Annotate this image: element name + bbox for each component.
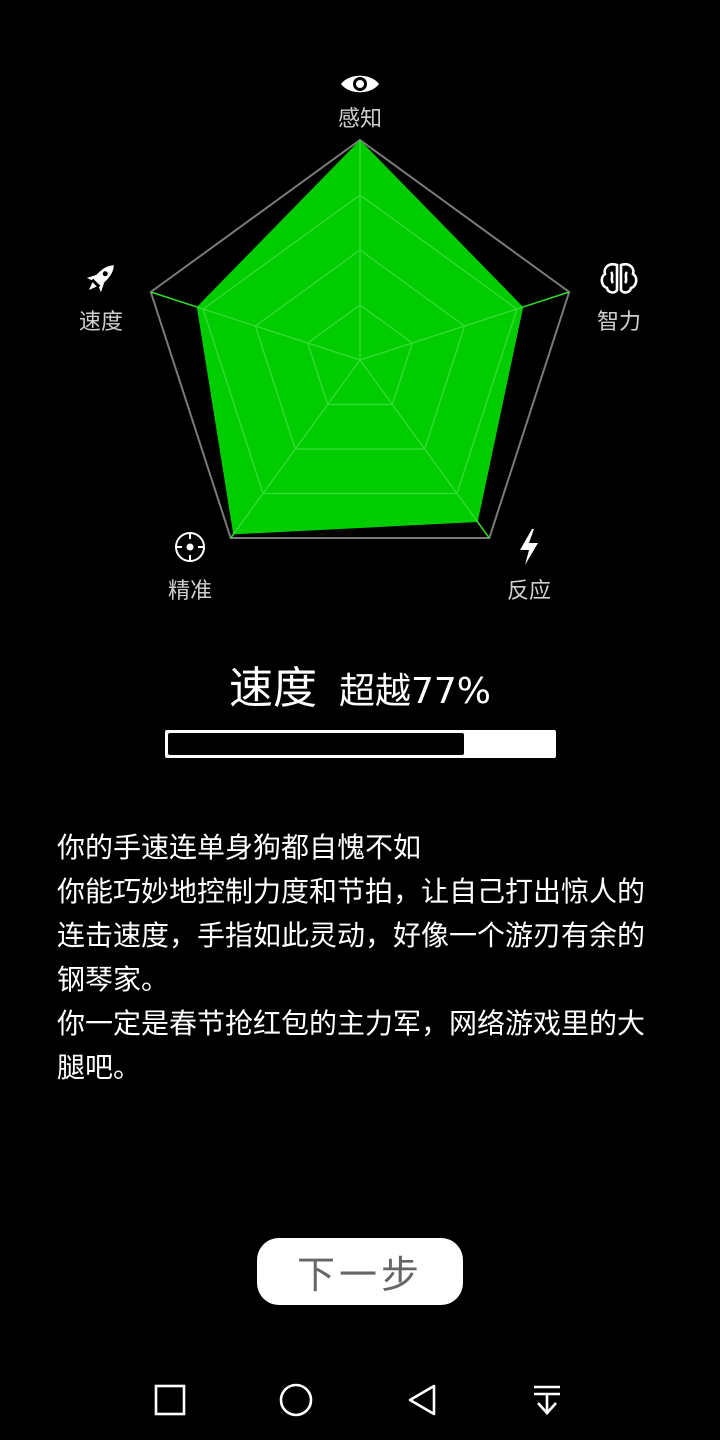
eye-icon — [341, 75, 379, 93]
back-button[interactable] — [400, 1378, 444, 1422]
description: 你的手速连单身狗都自愧不如 你能巧妙地控制力度和节拍，让自己打出惊人的连击速度，… — [57, 826, 667, 1090]
rocket-icon — [86, 265, 114, 293]
surpass-text: 超越 77% — [339, 662, 491, 714]
back-icon — [408, 1384, 436, 1416]
description-line: 你的手速连单身狗都自愧不如 — [57, 831, 422, 864]
axis-label-speed: 速度 — [79, 310, 123, 335]
progress-bar — [165, 730, 556, 758]
home-button[interactable] — [274, 1378, 318, 1422]
next-step-button[interactable]: 下一步 — [257, 1238, 463, 1305]
axis-label-reaction: 反应 — [507, 579, 551, 604]
surpass-label: 超越 — [338, 671, 411, 712]
recent-apps-icon — [154, 1384, 186, 1416]
progress-fill — [168, 733, 464, 755]
score-line: 速度 超越 77% — [0, 652, 720, 722]
radar-chart: 感知 智力 反应 精准 速度 — [79, 75, 641, 604]
axis-label-intelligence: 智力 — [597, 310, 641, 335]
axis-label-perception: 感知 — [338, 107, 382, 132]
axis-label-precision: 精准 — [168, 579, 212, 604]
lightning-icon — [520, 529, 538, 565]
description-line: 你一定是春节抢红包的主力军，网络游戏里的大腿吧。 — [57, 1007, 646, 1084]
crosshair-icon — [175, 532, 205, 562]
notification-pull-icon — [534, 1385, 560, 1415]
surpass-value: 77% — [411, 671, 492, 712]
recent-apps-button[interactable] — [148, 1378, 192, 1422]
navigation-bar — [0, 1360, 720, 1440]
description-line: 你能巧妙地控制力度和节拍，让自己打出惊人的连击速度，手指如此灵动，好像一个游刃有… — [57, 875, 646, 996]
brain-icon — [600, 262, 638, 294]
notification-pull-button[interactable] — [525, 1378, 569, 1422]
home-icon — [279, 1383, 313, 1417]
skill-name: 速度 — [228, 663, 317, 714]
